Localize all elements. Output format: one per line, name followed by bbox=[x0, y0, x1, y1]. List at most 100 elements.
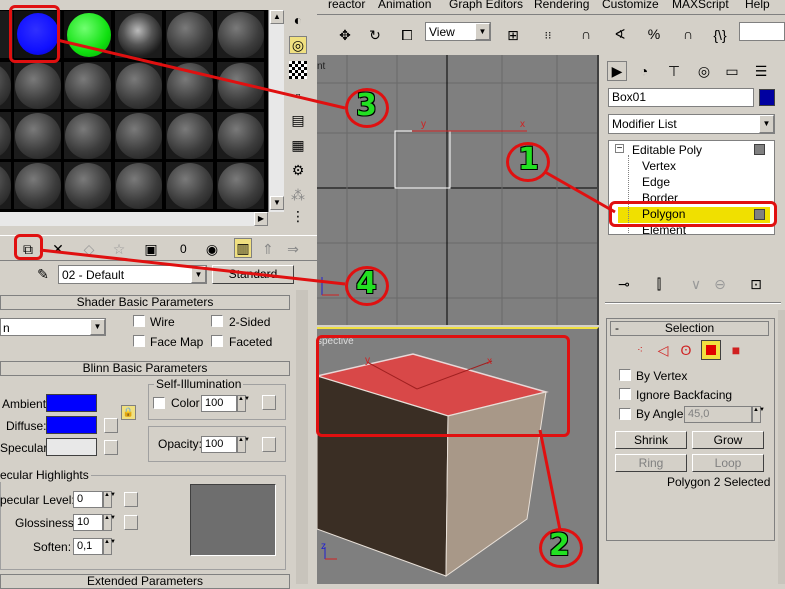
show-map-icon[interactable]: ◉ bbox=[203, 240, 221, 258]
selection-rollout-title[interactable]: - Selection bbox=[610, 321, 769, 336]
glossiness-spinner[interactable]: ▲▼ bbox=[103, 514, 116, 531]
face-map-checkbox[interactable] bbox=[133, 335, 145, 347]
sample-slot[interactable] bbox=[63, 61, 112, 110]
ignore-backfacing-checkbox[interactable] bbox=[619, 388, 631, 400]
sample-slot[interactable] bbox=[0, 61, 12, 110]
opacity-spinner[interactable]: ▲▼ bbox=[237, 436, 250, 453]
sample-slot[interactable] bbox=[165, 111, 214, 160]
options-icon[interactable]: ⚙ bbox=[289, 161, 307, 179]
sample-uv-icon[interactable]: ▫ bbox=[289, 86, 307, 104]
utilities-tab-icon[interactable]: ☰ bbox=[751, 61, 771, 81]
display-tab-icon[interactable]: ▭ bbox=[722, 61, 742, 81]
percent-snap-icon[interactable]: % bbox=[643, 23, 665, 45]
spinner-snap-icon[interactable]: ∩ bbox=[677, 23, 699, 45]
opacity-map-button[interactable] bbox=[262, 437, 276, 452]
sample-slot[interactable] bbox=[165, 61, 214, 110]
stack-item-vertex[interactable]: Vertex bbox=[642, 159, 676, 173]
shrink-button[interactable]: Shrink bbox=[615, 431, 687, 449]
modifier-list-dropdown[interactable]: Modifier List ▼ bbox=[608, 114, 775, 134]
opacity-value[interactable]: 100 bbox=[201, 436, 237, 453]
self-illum-color-checkbox[interactable] bbox=[153, 397, 165, 409]
self-illum-map-button[interactable] bbox=[262, 395, 276, 410]
sample-slot[interactable] bbox=[165, 161, 214, 210]
extended-rollout-title[interactable]: Extended Parameters bbox=[0, 574, 290, 589]
create-tab-icon[interactable]: ▶ bbox=[607, 61, 627, 81]
sample-slot[interactable] bbox=[216, 161, 265, 210]
pin-stack-icon[interactable]: ⊸ bbox=[615, 275, 633, 293]
sample-slot[interactable] bbox=[63, 161, 112, 210]
sample-slot-green[interactable] bbox=[63, 10, 112, 59]
self-illum-value[interactable]: 100 bbox=[201, 395, 237, 412]
vertex-mode-icon[interactable]: ⁖ bbox=[631, 341, 649, 359]
stack-expand-icon[interactable]: − bbox=[615, 144, 624, 154]
stack-item-edge[interactable]: Edge bbox=[642, 175, 670, 189]
material-effects-icon[interactable]: ▣ bbox=[142, 240, 160, 258]
sample-slot[interactable] bbox=[165, 10, 214, 59]
menu-customize[interactable]: Customize bbox=[602, 0, 659, 11]
sample-slot[interactable] bbox=[13, 111, 62, 160]
sample-slot[interactable] bbox=[13, 61, 62, 110]
element-mode-icon[interactable]: ■ bbox=[727, 341, 745, 359]
menu-maxscript[interactable]: MAXScript bbox=[672, 0, 729, 11]
by-angle-checkbox[interactable] bbox=[619, 408, 631, 420]
pivot-icon[interactable]: ⊞ bbox=[503, 25, 523, 45]
menu-reactor[interactable]: reactor bbox=[328, 0, 365, 11]
rotate-icon[interactable]: ↻ bbox=[365, 25, 385, 45]
show-end-result-icon[interactable]: ▥ bbox=[234, 238, 252, 258]
shader-rollout-title[interactable]: Shader Basic Parameters bbox=[0, 295, 290, 310]
pick-material-icon[interactable]: ✎ bbox=[34, 265, 52, 283]
sample-slot[interactable] bbox=[0, 161, 12, 210]
background-checker-icon[interactable] bbox=[289, 61, 307, 79]
sample-slot[interactable] bbox=[63, 111, 112, 160]
backlight-icon[interactable]: ◎ bbox=[289, 36, 307, 54]
specular-map-button[interactable] bbox=[104, 440, 118, 455]
go-sibling-icon[interactable]: ⇒ bbox=[283, 240, 303, 258]
select-by-material-icon[interactable]: ⁂ bbox=[289, 186, 307, 204]
ring-button[interactable]: Ring bbox=[615, 454, 687, 472]
material-id-value[interactable]: 0 bbox=[180, 242, 187, 256]
command-panel-scrollbar[interactable] bbox=[778, 310, 785, 584]
sample-slot[interactable] bbox=[0, 111, 12, 160]
glossiness-value[interactable]: 10 bbox=[73, 514, 103, 531]
sample-slot-textured[interactable] bbox=[114, 10, 163, 59]
specular-level-map-button[interactable] bbox=[124, 492, 138, 507]
by-angle-value[interactable]: 45,0 bbox=[684, 406, 752, 423]
show-end-result-icon[interactable]: ⫿ bbox=[650, 275, 668, 293]
hierarchy-tab-icon[interactable]: ⊤ bbox=[664, 61, 684, 81]
configure-sets-icon[interactable]: ⊡ bbox=[747, 275, 765, 293]
select-manipulate-icon[interactable]: ⁝⁝ bbox=[537, 25, 559, 45]
sample-slot[interactable] bbox=[114, 61, 163, 110]
video-color-icon[interactable]: ▤ bbox=[289, 111, 307, 129]
menu-animation[interactable]: Animation bbox=[378, 0, 431, 11]
material-navigator-icon[interactable]: ⋮ bbox=[289, 207, 307, 225]
soften-value[interactable]: 0,1 bbox=[73, 538, 103, 555]
object-color-swatch[interactable] bbox=[759, 89, 775, 106]
self-illum-spinner[interactable]: ▲▼ bbox=[237, 395, 250, 412]
named-selection-icon[interactable]: {\} bbox=[709, 25, 731, 45]
make-unique-icon[interactable]: ∨ bbox=[687, 275, 705, 293]
top-viewport-label[interactable]: nt bbox=[317, 61, 325, 72]
two-sided-checkbox[interactable] bbox=[211, 315, 223, 327]
named-selection-input[interactable] bbox=[739, 22, 785, 41]
scale-icon[interactable]: ⧠ bbox=[397, 25, 417, 45]
diffuse-map-button[interactable] bbox=[104, 418, 118, 433]
grid-horizontal-scrollbar[interactable]: ▶ bbox=[0, 212, 268, 226]
sample-type-icon[interactable]: ◐ bbox=[289, 11, 307, 29]
faceted-checkbox[interactable] bbox=[211, 335, 223, 347]
soften-spinner[interactable]: ▲▼ bbox=[103, 538, 116, 555]
stack-item-editable-poly[interactable]: Editable Poly bbox=[632, 143, 702, 157]
wire-checkbox[interactable] bbox=[133, 315, 145, 327]
material-params-scrollbar[interactable] bbox=[296, 290, 308, 584]
move-icon[interactable]: ✥ bbox=[335, 25, 355, 45]
material-type-button[interactable]: Standard bbox=[212, 265, 294, 284]
delete-icon[interactable]: ✕ bbox=[50, 240, 66, 258]
modify-tab-icon[interactable]: ◔ bbox=[634, 61, 654, 81]
angle-snap-icon[interactable]: ∢ bbox=[609, 23, 631, 45]
remove-modifier-icon[interactable]: ⊖ bbox=[711, 275, 729, 293]
sample-slot[interactable] bbox=[216, 111, 265, 160]
sample-slot[interactable] bbox=[114, 111, 163, 160]
lock-icon[interactable]: 🔒 bbox=[121, 405, 136, 420]
sample-slot[interactable] bbox=[13, 161, 62, 210]
snap-3d-icon[interactable]: ∩ bbox=[575, 23, 597, 45]
make-unique-icon[interactable]: ◇ bbox=[80, 240, 98, 258]
